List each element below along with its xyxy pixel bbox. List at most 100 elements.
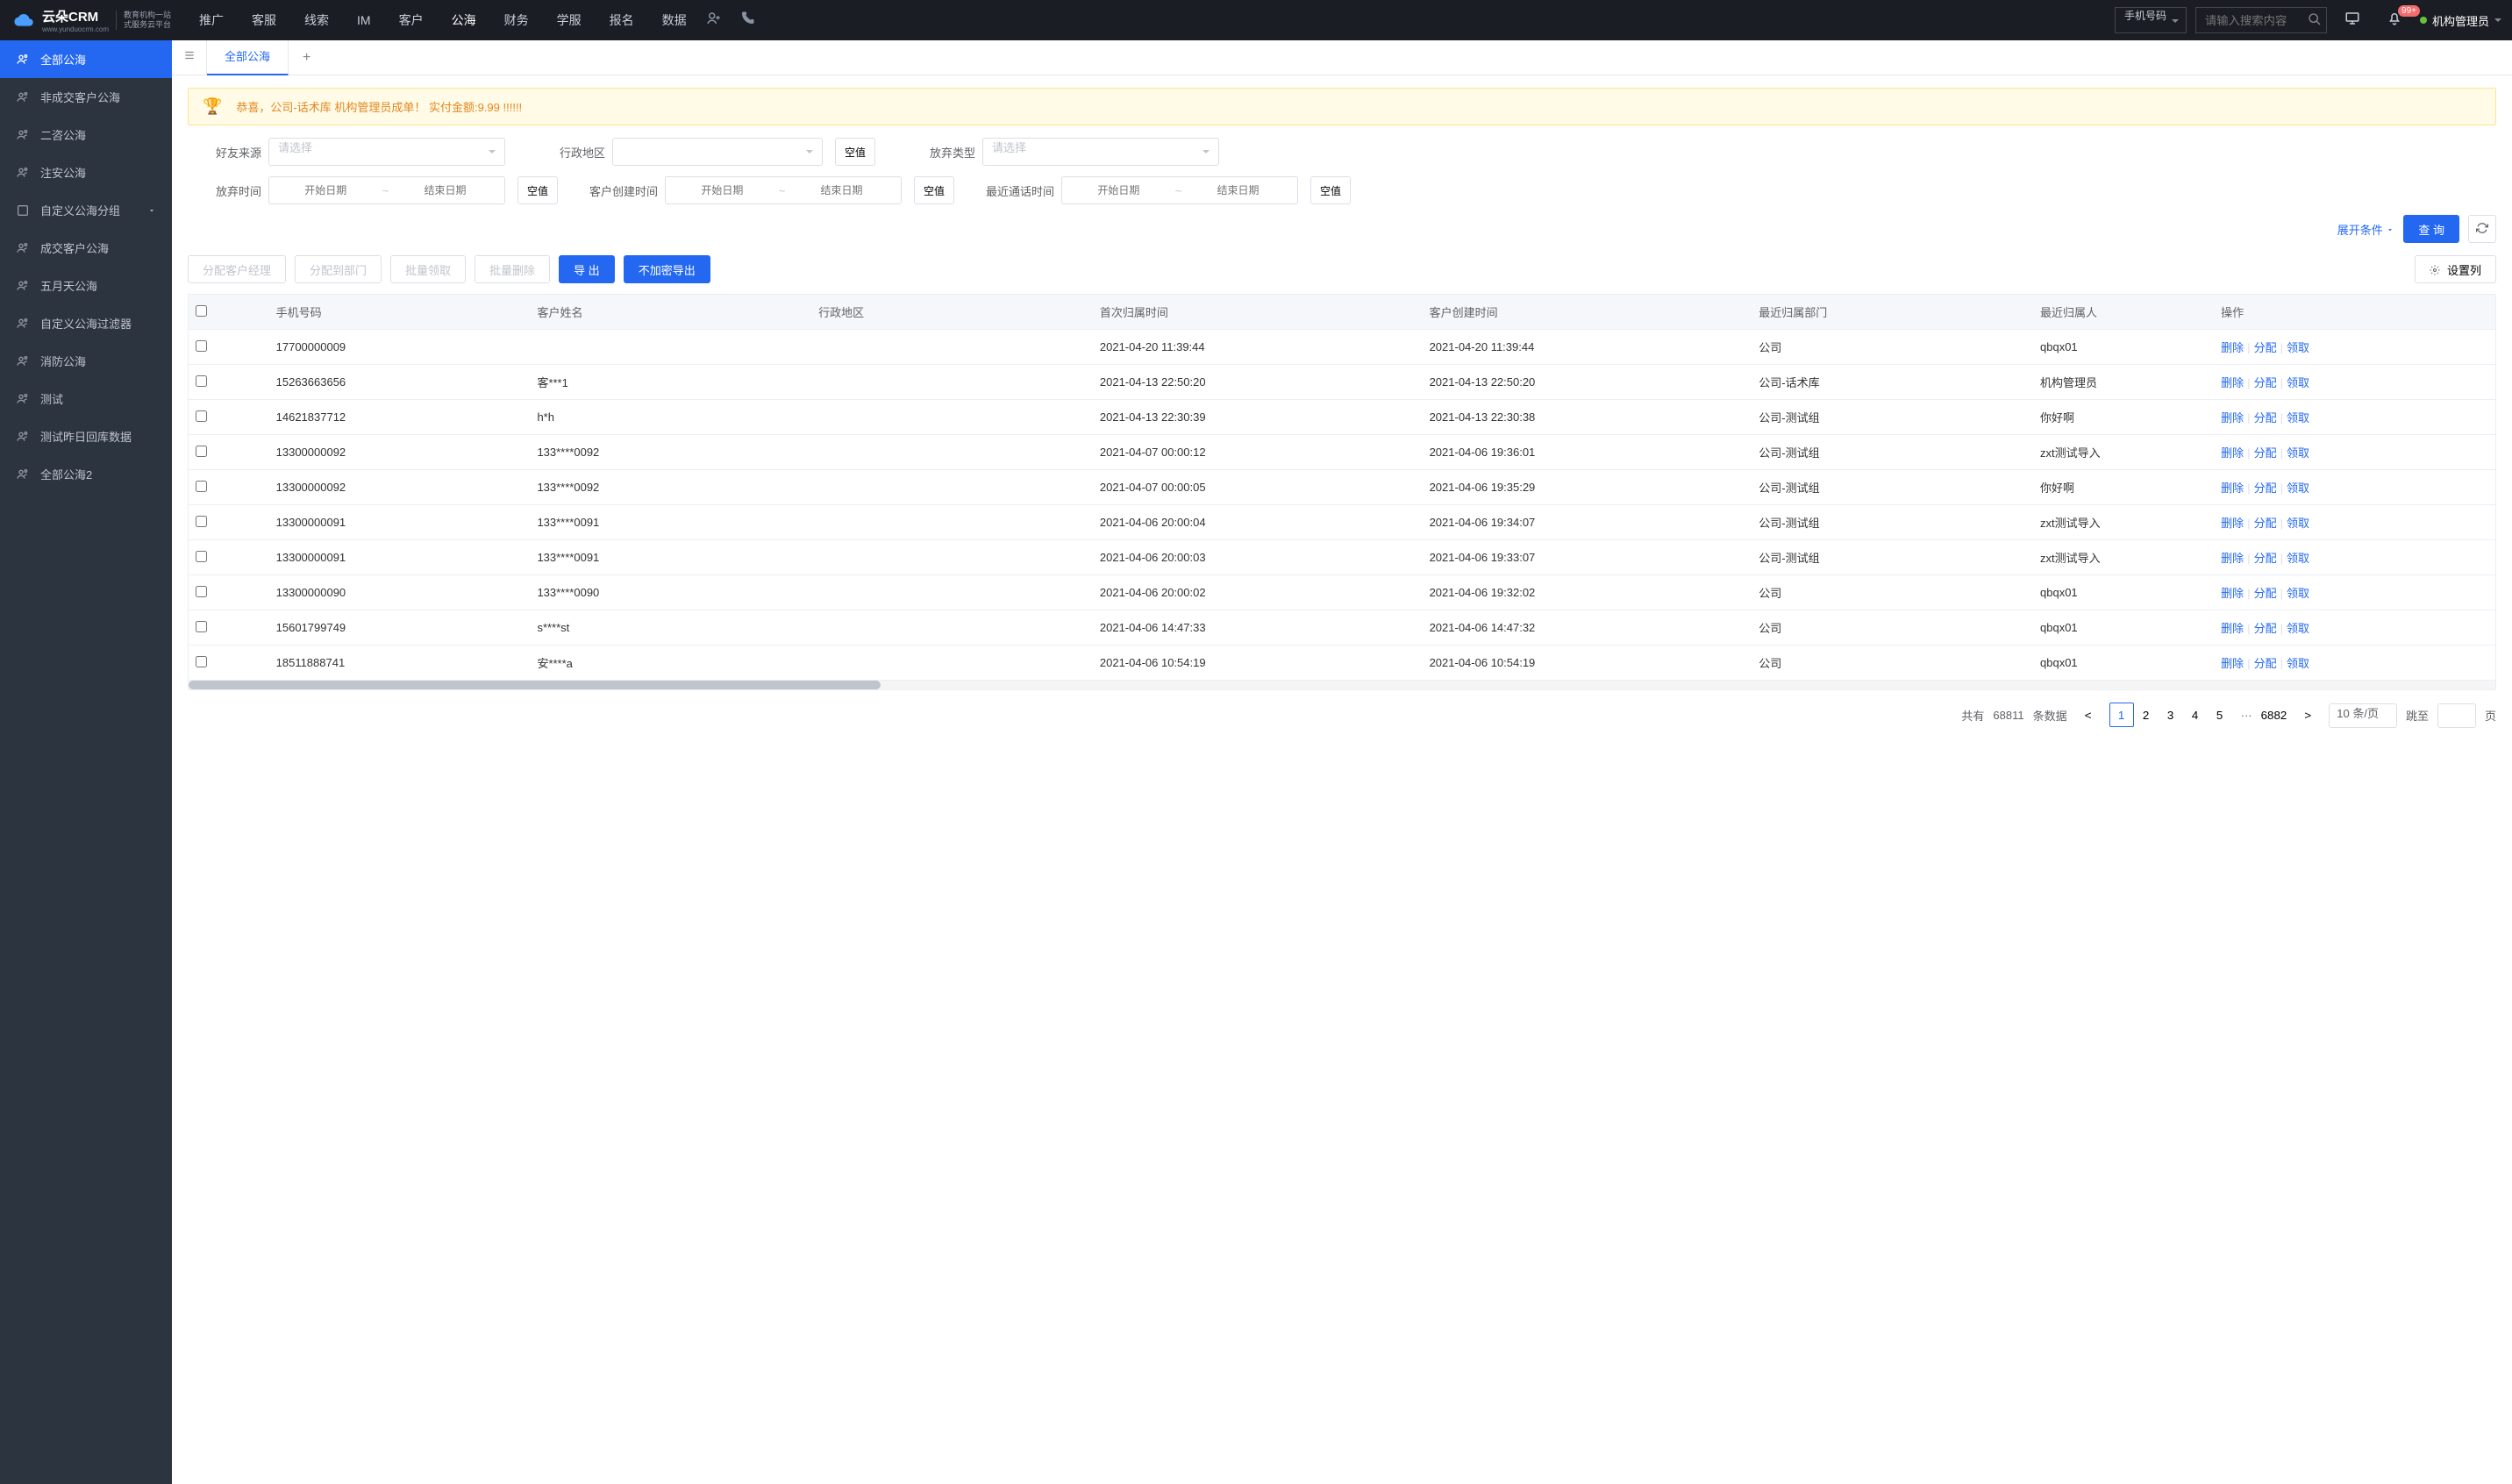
row-checkbox[interactable] [196, 551, 207, 562]
row-claim[interactable]: 领取 [2287, 587, 2309, 600]
row-assign[interactable]: 分配 [2254, 411, 2277, 425]
page-3[interactable]: 3 [2159, 703, 2183, 728]
row-assign[interactable]: 分配 [2254, 552, 2277, 565]
row-assign[interactable]: 分配 [2254, 517, 2277, 530]
row-claim[interactable]: 领取 [2287, 411, 2309, 425]
query-button[interactable]: 查 询 [2403, 215, 2459, 243]
row-checkbox[interactable] [196, 410, 207, 422]
filter-abandon-time-range[interactable]: ~ [268, 176, 505, 204]
batch-delete-button[interactable]: 批量删除 [475, 255, 550, 283]
assign-manager-button[interactable]: 分配客户经理 [188, 255, 286, 283]
filter-last-call-empty[interactable]: 空值 [1310, 176, 1351, 204]
date-end-input[interactable] [785, 184, 898, 196]
page-2[interactable]: 2 [2134, 703, 2159, 728]
nav-公海[interactable]: 公海 [441, 0, 487, 40]
filter-abandon-time-empty[interactable]: 空值 [517, 176, 558, 204]
row-assign[interactable]: 分配 [2254, 376, 2277, 389]
date-end-input[interactable] [389, 184, 502, 196]
assign-dept-button[interactable]: 分配到部门 [295, 255, 382, 283]
page-size-select[interactable]: 10 条/页 [2329, 703, 2397, 728]
tab-add-button[interactable]: + [289, 50, 325, 66]
sidebar-item-7[interactable]: 自定义公海过滤器 [0, 304, 172, 342]
filter-last-call-range[interactable]: ~ [1061, 176, 1298, 204]
add-user-icon[interactable] [697, 11, 731, 31]
nav-IM[interactable]: IM [346, 0, 382, 40]
row-claim[interactable]: 领取 [2287, 341, 2309, 354]
sidebar-item-9[interactable]: 测试 [0, 380, 172, 417]
notification-bell[interactable]: 99+ [2378, 11, 2411, 31]
phone-icon[interactable] [731, 11, 764, 31]
page-1[interactable]: 1 [2109, 703, 2134, 727]
nav-财务[interactable]: 财务 [494, 0, 539, 40]
filter-abandon-type-select[interactable]: 请选择 [982, 138, 1219, 166]
row-claim[interactable]: 领取 [2287, 622, 2309, 635]
filter-create-time-empty[interactable]: 空值 [914, 176, 954, 204]
monitor-icon[interactable] [2336, 11, 2369, 31]
row-checkbox[interactable] [196, 621, 207, 632]
sidebar-item-4[interactable]: 自定义公海分组 [0, 191, 172, 229]
select-all-checkbox[interactable] [196, 305, 207, 317]
filter-region-select[interactable] [612, 138, 823, 166]
row-delete[interactable]: 删除 [2221, 622, 2244, 635]
nav-客服[interactable]: 客服 [241, 0, 287, 40]
expand-filters-link[interactable]: 展开条件 [2337, 221, 2395, 238]
sidebar-item-6[interactable]: 五月天公海 [0, 267, 172, 304]
filter-source-select[interactable]: 请选择 [268, 138, 505, 166]
export-plain-button[interactable]: 不加密导出 [624, 255, 710, 283]
horizontal-scrollbar[interactable] [189, 681, 2495, 689]
row-delete[interactable]: 删除 [2221, 517, 2244, 530]
row-checkbox[interactable] [196, 586, 207, 597]
tab-all-sea[interactable]: 全部公海 [207, 40, 289, 75]
page-4[interactable]: 4 [2183, 703, 2208, 728]
tab-collapse-icon[interactable] [172, 40, 207, 75]
date-start-input[interactable] [666, 184, 779, 196]
row-claim[interactable]: 领取 [2287, 657, 2309, 670]
sidebar-item-11[interactable]: 全部公海2 [0, 455, 172, 493]
row-delete[interactable]: 删除 [2221, 341, 2244, 354]
nav-客户[interactable]: 客户 [389, 0, 434, 40]
row-checkbox[interactable] [196, 340, 207, 352]
sidebar-item-10[interactable]: 测试昨日回库数据 [0, 417, 172, 455]
row-delete[interactable]: 删除 [2221, 552, 2244, 565]
page-prev[interactable]: < [2076, 703, 2101, 728]
date-start-input[interactable] [1062, 184, 1175, 196]
row-checkbox[interactable] [196, 375, 207, 387]
page-last[interactable]: 6882 [2261, 703, 2287, 728]
search-icon[interactable] [2308, 12, 2322, 29]
nav-学服[interactable]: 学服 [546, 0, 592, 40]
filter-region-empty[interactable]: 空值 [835, 138, 875, 166]
row-claim[interactable]: 领取 [2287, 376, 2309, 389]
sidebar-item-3[interactable]: 注安公海 [0, 153, 172, 191]
date-start-input[interactable] [269, 184, 382, 196]
row-assign[interactable]: 分配 [2254, 587, 2277, 600]
row-delete[interactable]: 删除 [2221, 446, 2244, 460]
row-assign[interactable]: 分配 [2254, 341, 2277, 354]
page-5[interactable]: 5 [2208, 703, 2232, 728]
set-columns-button[interactable]: 设置列 [2415, 255, 2496, 283]
row-assign[interactable]: 分配 [2254, 482, 2277, 495]
nav-推广[interactable]: 推广 [189, 0, 234, 40]
row-claim[interactable]: 领取 [2287, 446, 2309, 460]
row-assign[interactable]: 分配 [2254, 622, 2277, 635]
row-assign[interactable]: 分配 [2254, 446, 2277, 460]
sidebar-item-5[interactable]: 成交客户公海 [0, 229, 172, 267]
export-button[interactable]: 导 出 [559, 255, 615, 283]
sidebar-item-0[interactable]: 全部公海 [0, 40, 172, 78]
row-claim[interactable]: 领取 [2287, 482, 2309, 495]
date-end-input[interactable] [1181, 184, 1295, 196]
row-claim[interactable]: 领取 [2287, 552, 2309, 565]
row-delete[interactable]: 删除 [2221, 587, 2244, 600]
row-delete[interactable]: 删除 [2221, 482, 2244, 495]
row-delete[interactable]: 删除 [2221, 411, 2244, 425]
row-delete[interactable]: 删除 [2221, 376, 2244, 389]
user-menu[interactable]: 机构管理员 [2420, 12, 2501, 29]
nav-数据[interactable]: 数据 [652, 0, 697, 40]
row-checkbox[interactable] [196, 516, 207, 527]
goto-input[interactable] [2437, 703, 2476, 728]
batch-claim-button[interactable]: 批量领取 [390, 255, 466, 283]
row-checkbox[interactable] [196, 481, 207, 492]
filter-create-time-range[interactable]: ~ [665, 176, 902, 204]
refresh-button[interactable] [2468, 215, 2496, 243]
row-checkbox[interactable] [196, 446, 207, 457]
row-checkbox[interactable] [196, 656, 207, 667]
